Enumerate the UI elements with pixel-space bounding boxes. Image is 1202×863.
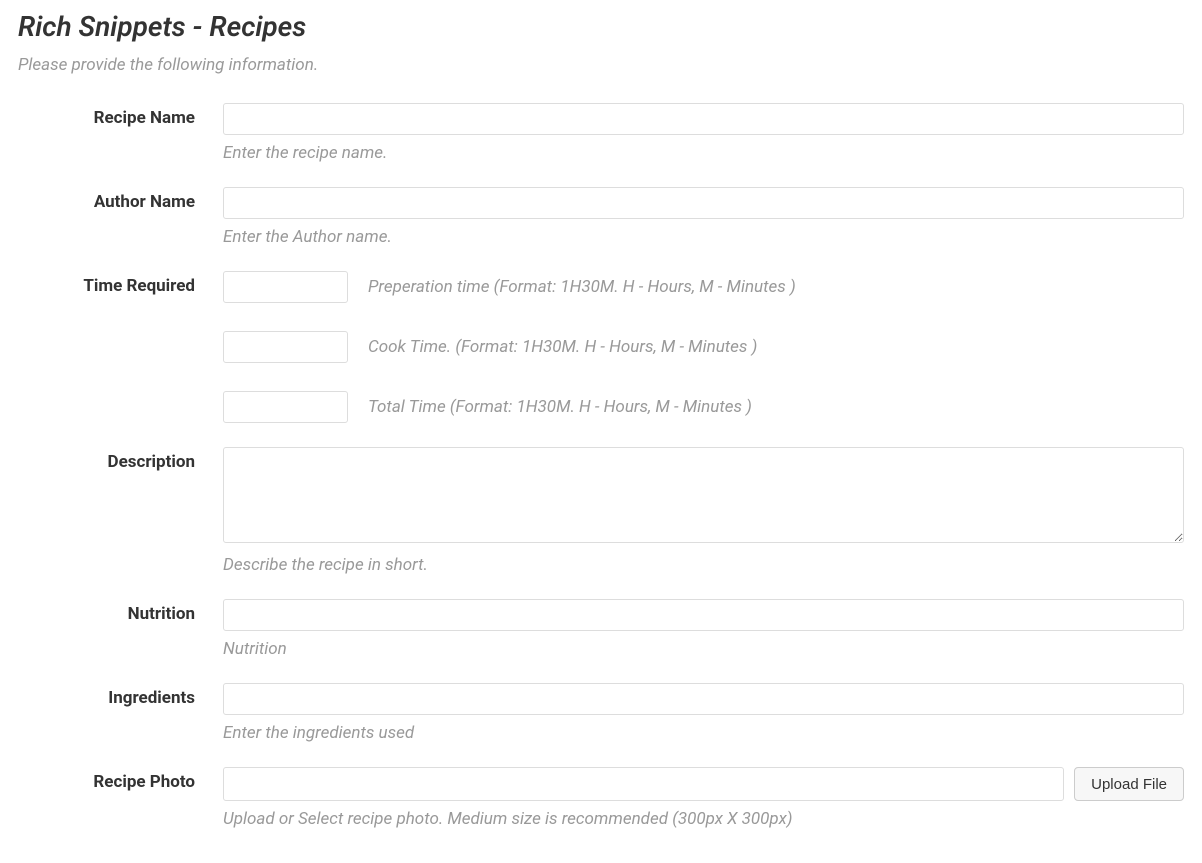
page-subtitle: Please provide the following information… (18, 55, 1184, 75)
ingredients-help: Enter the ingredients used (223, 723, 1184, 743)
recipe-photo-input[interactable] (223, 767, 1064, 801)
recipe-name-label: Recipe Name (18, 103, 223, 128)
prep-time-help: Preperation time (Format: 1H30M. H - Hou… (368, 277, 796, 297)
cook-time-help: Cook Time. (Format: 1H30M. H - Hours, M … (368, 337, 757, 357)
recipe-name-help: Enter the recipe name. (223, 143, 1184, 163)
field-recipe-name: Recipe Name Enter the recipe name. (18, 103, 1184, 163)
description-help: Describe the recipe in short. (223, 555, 1184, 575)
time-required-label: Time Required (18, 271, 223, 296)
author-name-input[interactable] (223, 187, 1184, 219)
cook-time-input[interactable] (223, 331, 348, 363)
author-name-help: Enter the Author name. (223, 227, 1184, 247)
field-time-required: Time Required Preperation time (Format: … (18, 271, 1184, 423)
page-title: Rich Snippets - Recipes (18, 10, 1184, 43)
field-nutrition: Nutrition Nutrition (18, 599, 1184, 659)
nutrition-label: Nutrition (18, 599, 223, 624)
description-label: Description (18, 447, 223, 472)
ingredients-label: Ingredients (18, 683, 223, 708)
recipe-photo-label: Recipe Photo (18, 767, 223, 792)
field-description: Description Describe the recipe in short… (18, 447, 1184, 575)
field-ingredients: Ingredients Enter the ingredients used (18, 683, 1184, 743)
author-name-label: Author Name (18, 187, 223, 212)
upload-file-button[interactable]: Upload File (1074, 767, 1184, 801)
recipe-name-input[interactable] (223, 103, 1184, 135)
total-time-input[interactable] (223, 391, 348, 423)
nutrition-help: Nutrition (223, 639, 1184, 659)
nutrition-input[interactable] (223, 599, 1184, 631)
field-recipe-photo: Recipe Photo Upload File Upload or Selec… (18, 767, 1184, 829)
field-author-name: Author Name Enter the Author name. (18, 187, 1184, 247)
ingredients-input[interactable] (223, 683, 1184, 715)
total-time-help: Total Time (Format: 1H30M. H - Hours, M … (368, 397, 752, 417)
prep-time-input[interactable] (223, 271, 348, 303)
description-input[interactable] (223, 447, 1184, 543)
recipe-photo-help: Upload or Select recipe photo. Medium si… (223, 809, 1184, 829)
